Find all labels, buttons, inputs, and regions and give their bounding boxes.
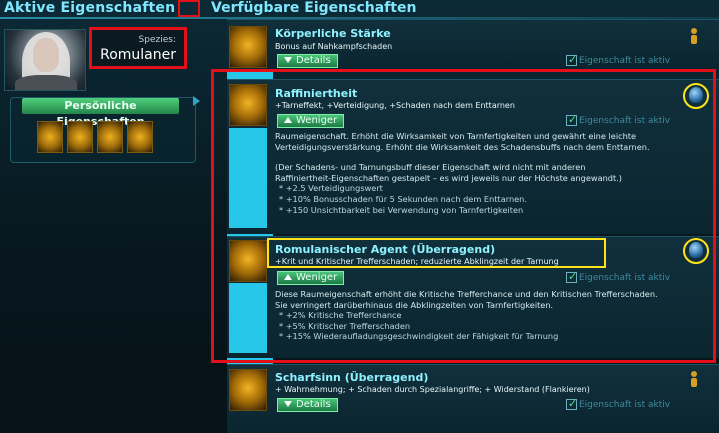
personal-traits-panel: Persönliche Eigenschaften bbox=[10, 97, 196, 163]
chevron-down-icon bbox=[284, 57, 292, 63]
head-icon[interactable] bbox=[97, 121, 123, 153]
portrait-shoulders bbox=[15, 75, 77, 90]
portrait-face bbox=[33, 38, 59, 72]
collapse-arrow-icon[interactable] bbox=[193, 96, 200, 106]
annotation-yellow-frame bbox=[267, 238, 606, 268]
arm-icon bbox=[229, 26, 267, 68]
species-value: Romulaner bbox=[100, 47, 176, 63]
annotation-red-box-top bbox=[178, 0, 200, 17]
trait-title: Scharfsinn (Überragend) bbox=[275, 371, 429, 384]
head-icon[interactable] bbox=[127, 121, 153, 153]
active-checkbox[interactable] bbox=[566, 397, 577, 410]
available-traits-title: Verfügbare Eigenschaften bbox=[211, 0, 417, 16]
personal-traits-icons bbox=[37, 121, 153, 153]
traits-window: Aktive Eigenschaften Verfügbare Eigensch… bbox=[0, 0, 719, 433]
figure-icon bbox=[690, 28, 698, 44]
trait-subtitle: + Wahrnehmung; + Schaden durch Spezialan… bbox=[275, 385, 590, 394]
active-checkbox[interactable] bbox=[566, 53, 577, 66]
trait-card-scharfsinn: Scharfsinn (Überragend) + Wahrnehmung; +… bbox=[227, 364, 719, 433]
trait-title: Körperliche Stärke bbox=[275, 27, 391, 40]
face-icon[interactable] bbox=[67, 121, 93, 153]
trait-card-koerperliche-staerke: Körperliche Stärke Bonus auf Nahkampfsch… bbox=[227, 19, 719, 69]
species-box: Spezies: Romulaner bbox=[89, 27, 187, 69]
annotation-red-frame bbox=[211, 69, 716, 363]
details-button-label: Details bbox=[296, 55, 331, 66]
character-portrait bbox=[4, 29, 86, 91]
details-button[interactable]: Details bbox=[277, 54, 338, 68]
details-button[interactable]: Details bbox=[277, 398, 338, 412]
species-label: Spezies: bbox=[138, 35, 176, 45]
active-label: Eigenschaft ist aktiv bbox=[579, 56, 671, 66]
personal-traits-tab[interactable]: Persönliche Eigenschaften bbox=[22, 98, 179, 128]
chevron-down-icon bbox=[284, 401, 292, 407]
details-button-label: Details bbox=[296, 399, 331, 410]
active-traits-title: Aktive Eigenschaften bbox=[4, 0, 176, 16]
arm-icon[interactable] bbox=[37, 121, 63, 153]
trait-subtitle: Bonus auf Nahkampfschaden bbox=[275, 42, 393, 51]
active-label: Eigenschaft ist aktiv bbox=[579, 400, 671, 410]
figure-icon bbox=[690, 371, 698, 387]
radiant-head-icon bbox=[229, 369, 267, 411]
